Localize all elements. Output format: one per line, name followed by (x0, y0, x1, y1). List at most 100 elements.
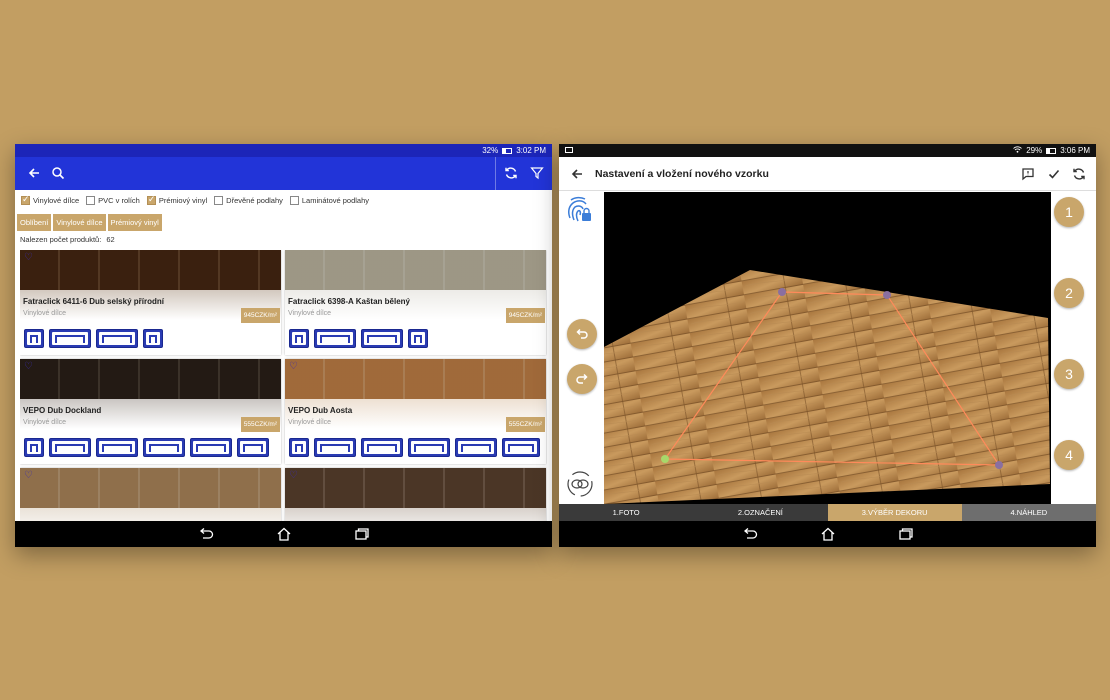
step-number-button[interactable]: 1 (1054, 197, 1084, 227)
battery-icon (502, 147, 513, 154)
step-number-button[interactable]: 2 (1054, 278, 1084, 308)
filter-premium-vinyl[interactable]: Prémiový vinyl (146, 194, 207, 205)
active-filter-chips: Oblíbení Vinylové dílce Prémiový vinyl (17, 214, 162, 231)
home-nav-icon[interactable] (276, 527, 292, 541)
corner-handle[interactable] (883, 291, 891, 299)
commercial-usage-icon (49, 438, 91, 457)
rotate-3d-icon[interactable] (565, 470, 595, 503)
chip-favorites[interactable]: Oblíbení (17, 214, 52, 231)
back-arrow-icon[interactable] (27, 166, 41, 185)
residential-usage-icon (361, 438, 403, 457)
left-tablet: 32% 3:02 PM Vinylové dílce PVC v rolích … (15, 144, 552, 547)
recents-nav-icon[interactable] (898, 527, 914, 541)
filter-wood-floors[interactable]: Dřevěné podlahy (214, 196, 283, 205)
product-name: VEPO Dub Dockland (23, 406, 102, 415)
price-badge: 555CZK/m² (505, 417, 545, 432)
product-card[interactable]: ♡ (285, 468, 546, 521)
product-name: Fatraclick 6398-A Kaštan bělený (288, 297, 410, 306)
house-usage-icon (190, 438, 232, 457)
search-bar (15, 157, 552, 190)
right-tablet: 29% 3:06 PM Nastavení a vložení nového v… (559, 144, 1096, 547)
price-badge: 945CZK/m² (240, 308, 280, 323)
step-progress-bar: 1.FOTO 2.OZNAČENÍ 3.VÝBĚR DEKORU 4.NÁHLE… (559, 504, 1096, 521)
step-nahled[interactable]: 4.NÁHLED (961, 504, 1096, 521)
refresh-icon[interactable] (504, 166, 518, 185)
click-system-icon (408, 329, 428, 348)
step-vyber-dekoru[interactable]: 3.VÝBĚR DEKORU (827, 504, 962, 521)
corner-handle[interactable] (661, 455, 669, 463)
home-nav-icon[interactable] (820, 527, 836, 541)
back-nav-icon[interactable] (198, 527, 214, 541)
house-usage-icon (49, 329, 91, 348)
checkbox[interactable] (21, 194, 30, 205)
product-category: Vinylové dílce (23, 419, 67, 426)
chip-premium-vinyl[interactable]: Prémiový vinyl (107, 214, 162, 231)
android-nav-bar (559, 521, 1096, 547)
product-texture (285, 468, 546, 508)
step-number-button[interactable]: 3 (1054, 359, 1084, 389)
fingerprint-icon[interactable] (565, 196, 593, 231)
back-nav-icon[interactable] (742, 527, 758, 541)
filter-label: Vinylové dílce (33, 196, 80, 205)
recents-nav-icon[interactable] (354, 527, 370, 541)
status-bar: 29% 3:06 PM (559, 144, 1096, 157)
filter-vinyl-tiles[interactable]: Vinylové dílce (21, 194, 80, 205)
product-texture (20, 468, 281, 508)
house-usage-icon (143, 438, 185, 457)
preview-canvas[interactable] (604, 192, 1051, 504)
product-card[interactable]: ♡ VEPO Dub Aosta Vinylové dílce 555CZK/m… (285, 359, 546, 464)
confirm-check-icon[interactable] (1047, 167, 1061, 186)
back-arrow-icon[interactable] (570, 167, 584, 186)
step-number-button[interactable]: 4 (1054, 440, 1084, 470)
checkbox[interactable] (86, 196, 96, 205)
screenshot-icon (565, 147, 573, 153)
usage-icons (289, 438, 540, 457)
commercial-usage-icon (314, 438, 356, 457)
product-texture (20, 359, 281, 399)
checkbox[interactable] (214, 196, 224, 205)
product-card[interactable]: ♡ Fatraclick 6411-6 Dub selský přírodní … (20, 250, 281, 355)
house-usage-icon (455, 438, 497, 457)
filter-laminate-floors[interactable]: Laminátové podlahy (289, 196, 369, 205)
favorite-heart-icon[interactable]: ♡ (24, 471, 33, 481)
product-texture (285, 250, 546, 290)
step-oznaceni[interactable]: 2.OZNAČENÍ (693, 504, 828, 521)
checkbox[interactable] (289, 196, 299, 205)
favorite-heart-icon[interactable]: ♡ (24, 253, 33, 263)
floor-preview (604, 270, 1050, 504)
filter-icon[interactable] (530, 166, 544, 185)
undo-button[interactable] (567, 319, 597, 349)
step-number-sidebar: 1 2 3 4 (1051, 192, 1096, 504)
product-card[interactable]: ♡ VEPO Dub Dockland Vinylové dílce 555CZ… (20, 359, 281, 464)
product-category: Vinylové dílce (288, 310, 332, 317)
commercial-usage-icon (361, 329, 403, 348)
redo-icon (576, 373, 588, 384)
feedback-icon[interactable] (1021, 167, 1035, 186)
roller-icon (289, 329, 309, 348)
redo-button[interactable] (567, 364, 597, 394)
checkbox[interactable] (146, 194, 156, 205)
filter-pvc-rolls[interactable]: PVC v rolích (86, 196, 140, 205)
roller-icon (24, 329, 44, 348)
product-card[interactable]: ♡ (20, 468, 281, 521)
product-category: Vinylové dílce (23, 310, 67, 317)
favorite-heart-icon[interactable]: ♡ (289, 471, 298, 481)
chip-vinyl-tiles[interactable]: Vinylové dílce (53, 214, 106, 231)
step-foto[interactable]: 1.FOTO (559, 504, 694, 521)
status-time: 3:02 PM (516, 146, 546, 155)
favorite-heart-icon[interactable]: ♡ (24, 362, 33, 372)
texture-fade (20, 508, 281, 521)
corner-handle[interactable] (778, 288, 786, 296)
house-usage-icon (314, 329, 356, 348)
wood-floor-surface (604, 270, 1050, 504)
refresh-icon[interactable] (1072, 167, 1086, 186)
usage-icons (24, 438, 269, 457)
product-category: Vinylové dílce (288, 419, 332, 426)
product-texture (285, 359, 546, 399)
product-card[interactable]: Fatraclick 6398-A Kaštan bělený Vinylové… (285, 250, 546, 355)
corner-handle[interactable] (995, 461, 1003, 469)
favorite-heart-icon[interactable]: ♡ (289, 362, 298, 372)
search-input[interactable] (67, 163, 487, 184)
product-count-value: 62 (106, 235, 115, 244)
battery-percent: 29% (1026, 146, 1043, 155)
